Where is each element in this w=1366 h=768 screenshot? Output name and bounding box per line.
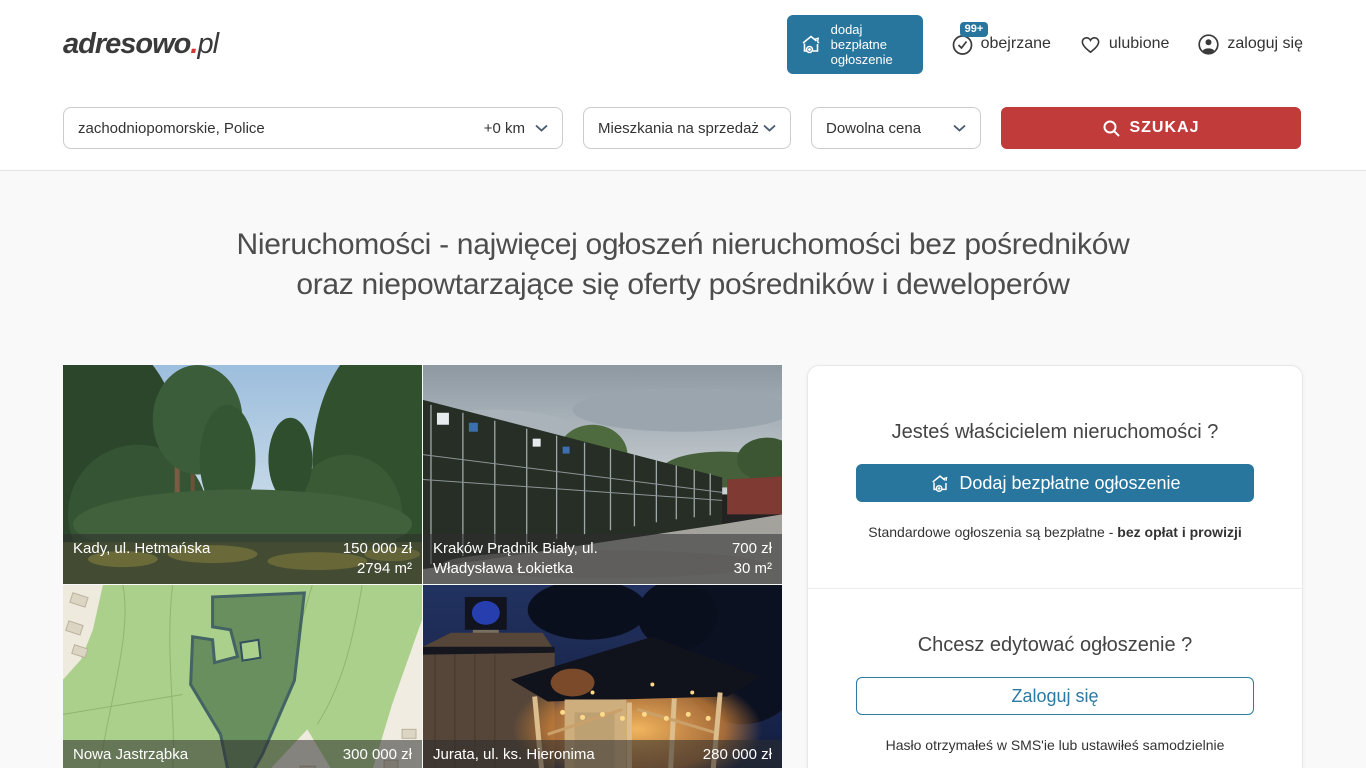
owner-note-bold: bez opłat i prowizji [1117, 524, 1241, 540]
page-title-line2: oraz niepowtarzające się oferty pośredni… [0, 265, 1366, 305]
person-circle-icon [1197, 33, 1220, 56]
owner-note: Standardowe ogłoszenia są bezpłatne - be… [856, 524, 1254, 540]
listing-card[interactable]: Kraków Prądnik Biały, ul. Władysława Łok… [423, 365, 782, 584]
viewed-label: obejrzane [981, 35, 1051, 53]
login-label: zaloguj się [1227, 35, 1303, 53]
location-input[interactable]: zachodniopomorskie, Police +0 km [63, 107, 563, 149]
add-listing-button[interactable]: dodaj bezpłatne ogłoszenie [787, 15, 923, 74]
price-select[interactable]: Dowolna cena [811, 107, 981, 149]
price-value: Dowolna cena [826, 120, 921, 137]
listing-caption: Kady, ul. Hetmańska 150 000 zł 2794 m² [63, 534, 422, 584]
chevron-down-icon [535, 124, 548, 132]
listing-caption: Jurata, ul. ks. Hieronima 280 000 zł [423, 740, 782, 768]
owner-panel: Jesteś właścicielem nieruchomości ? Doda… [807, 365, 1303, 768]
search-bar: zachodniopomorskie, Police +0 km Mieszka… [0, 88, 1366, 170]
listing-price-area: 280 000 zł [703, 745, 772, 765]
edit-section: Chcesz edytować ogłoszenie ? Zaloguj się… [808, 589, 1302, 753]
owner-heading: Jesteś właścicielem nieruchomości ? [856, 421, 1254, 444]
listing-caption: Kraków Prądnik Biały, ul. Władysława Łok… [423, 534, 782, 584]
search-button-label: SZUKAJ [1129, 119, 1199, 137]
page-title-line1: Nieruchomości - najwięcej ogłoszeń nieru… [0, 225, 1366, 265]
login-button-label: Zaloguj się [1011, 686, 1098, 707]
chevron-down-icon [763, 124, 776, 132]
listing-card[interactable]: Kady, ul. Hetmańska 150 000 zł 2794 m² [63, 365, 422, 584]
login-link[interactable]: zaloguj się [1197, 33, 1303, 56]
logo-tld: pl [197, 28, 218, 60]
login-button[interactable]: Zaloguj się [856, 677, 1254, 715]
content-columns: Kady, ul. Hetmańska 150 000 zł 2794 m² [0, 365, 1366, 768]
logo-main: adresowo [63, 28, 190, 60]
main-content: Nieruchomości - najwięcej ogłoszeń nieru… [0, 170, 1366, 768]
listing-price: 300 000 zł [343, 745, 412, 765]
house-plus-icon [799, 32, 823, 56]
listings-grid: Kady, ul. Hetmańska 150 000 zł 2794 m² [63, 365, 782, 768]
listing-address: Jurata, ul. ks. Hieronima [433, 745, 595, 765]
category-value: Mieszkania na sprzedaż [598, 120, 759, 137]
edit-heading: Chcesz edytować ogłoszenie ? [856, 634, 1254, 657]
house-plus-icon [929, 472, 951, 494]
viewed-count-badge: 99+ [960, 22, 989, 37]
listing-address: Kady, ul. Hetmańska [73, 539, 210, 559]
listing-area: 30 m² [732, 559, 772, 579]
favorites-link[interactable]: ulubione [1079, 33, 1170, 56]
header: adresowo.pl dodaj bezpłatne ogłoszenie 9… [0, 0, 1366, 88]
logo[interactable]: adresowo.pl [63, 28, 218, 61]
listing-price-area: 150 000 zł 2794 m² [343, 539, 412, 579]
page-title: Nieruchomości - najwięcej ogłoszeń nieru… [0, 171, 1366, 305]
category-select[interactable]: Mieszkania na sprzedaż [583, 107, 791, 149]
listing-area: 2794 m² [343, 559, 412, 579]
owner-note-regular: Standardowe ogłoszenia są bezpłatne - [868, 524, 1117, 540]
add-free-listing-label: Dodaj bezpłatne ogłoszenie [959, 473, 1180, 494]
search-button[interactable]: SZUKAJ [1001, 107, 1301, 149]
chevron-down-icon [953, 124, 966, 132]
add-free-listing-button[interactable]: Dodaj bezpłatne ogłoszenie [856, 464, 1254, 502]
owner-section: Jesteś właścicielem nieruchomości ? Doda… [808, 366, 1302, 589]
radius-value: +0 km [484, 120, 525, 137]
magnifier-icon [1102, 119, 1121, 138]
listing-price-area: 700 zł 30 m² [732, 539, 772, 579]
favorites-label: ulubione [1109, 35, 1170, 53]
listing-price: 150 000 zł [343, 539, 412, 559]
listing-price-area: 300 000 zł [343, 745, 412, 765]
listing-card[interactable]: Jurata, ul. ks. Hieronima 280 000 zł [423, 585, 782, 768]
location-value: zachodniopomorskie, Police [78, 120, 265, 137]
listing-address: Nowa Jastrząbka [73, 745, 188, 765]
listing-price: 280 000 zł [703, 745, 772, 765]
edit-note: Hasło otrzymałeś w SMS'ie lub ustawiłeś … [856, 737, 1254, 753]
listing-caption: Nowa Jastrząbka 300 000 zł [63, 740, 422, 768]
listing-address: Kraków Prądnik Biały, ul. Władysława Łok… [433, 539, 643, 579]
header-actions: dodaj bezpłatne ogłoszenie 99+ obejrzane… [787, 15, 1303, 74]
viewed-link[interactable]: 99+ obejrzane [951, 33, 1051, 56]
heart-icon [1079, 33, 1102, 56]
listing-card[interactable]: Nowa Jastrząbka 300 000 zł [63, 585, 422, 768]
check-circle-icon: 99+ [951, 33, 974, 56]
add-listing-label: dodaj bezpłatne ogłoszenie [831, 22, 911, 67]
listing-price: 700 zł [732, 539, 772, 559]
